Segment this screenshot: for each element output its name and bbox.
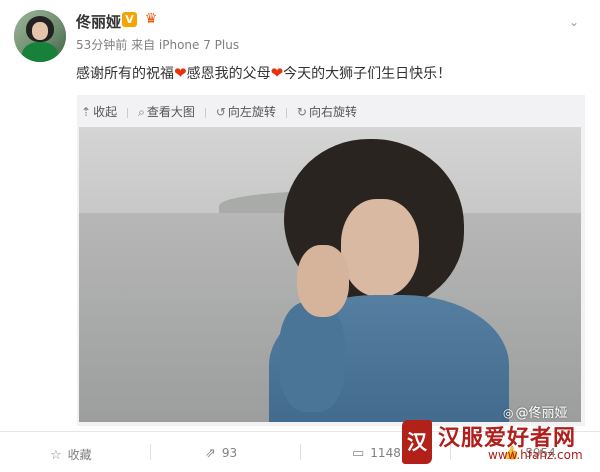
crown-icon: ♛: [144, 11, 158, 27]
heart-icon: ❤: [270, 64, 284, 82]
repost-button[interactable]: ⇗ 93: [205, 446, 237, 461]
verified-icon: V: [122, 12, 137, 27]
post-text: 感谢所有的祝福❤感恩我的父母❤今天的大狮子们生日快乐！: [76, 63, 576, 83]
weibo-post: 佟丽娅 V ♛ 53分钟前 来自 iPhone 7 Plus ⌄ 感谢所有的祝福…: [0, 0, 600, 472]
post-photo[interactable]: [79, 127, 581, 422]
post-text-part-1: 感谢所有的祝福: [76, 66, 174, 82]
rotate-right-button[interactable]: ↻ 向右旋转: [297, 103, 357, 120]
star-icon: ☆: [50, 448, 62, 463]
rotate-left-button[interactable]: ↺ 向左旋转: [216, 103, 276, 120]
rotate-right-icon: ↻: [296, 105, 307, 119]
view-large-button[interactable]: ⌕ 查看大图: [138, 103, 195, 120]
seal-icon: 汉: [402, 420, 432, 464]
favorite-button[interactable]: ☆ 收藏: [50, 446, 92, 463]
chevron-down-icon[interactable]: ⌄: [566, 16, 582, 28]
comment-button[interactable]: ▭ 1148: [352, 446, 401, 461]
collapse-icon: ⇡: [81, 105, 92, 119]
comment-icon: ▭: [352, 446, 365, 461]
rotate-left-icon: ↺: [215, 105, 226, 119]
media-toolbar: ⇡ 收起 ⌕ 查看大图 ↺ 向左旋转 ↻ 向右旋转: [81, 103, 367, 120]
post-meta: 53分钟前 来自 iPhone 7 Plus: [76, 38, 240, 52]
zoom-icon: ⌕: [138, 105, 145, 119]
site-watermark: 汉 汉服爱好者网 www.hfahz.com: [402, 418, 598, 468]
heart-icon: ❤: [174, 64, 187, 82]
post-text-part-3: 今天的大狮子们生日快乐！: [283, 66, 452, 82]
avatar[interactable]: [14, 10, 66, 62]
site-url: www.hfahz.com: [488, 448, 583, 462]
post-text-part-2: 感恩我的父母: [186, 66, 271, 82]
repost-icon: ⇗: [205, 446, 216, 461]
collapse-button[interactable]: ⇡ 收起: [81, 103, 117, 120]
username[interactable]: 佟丽娅: [76, 11, 121, 32]
